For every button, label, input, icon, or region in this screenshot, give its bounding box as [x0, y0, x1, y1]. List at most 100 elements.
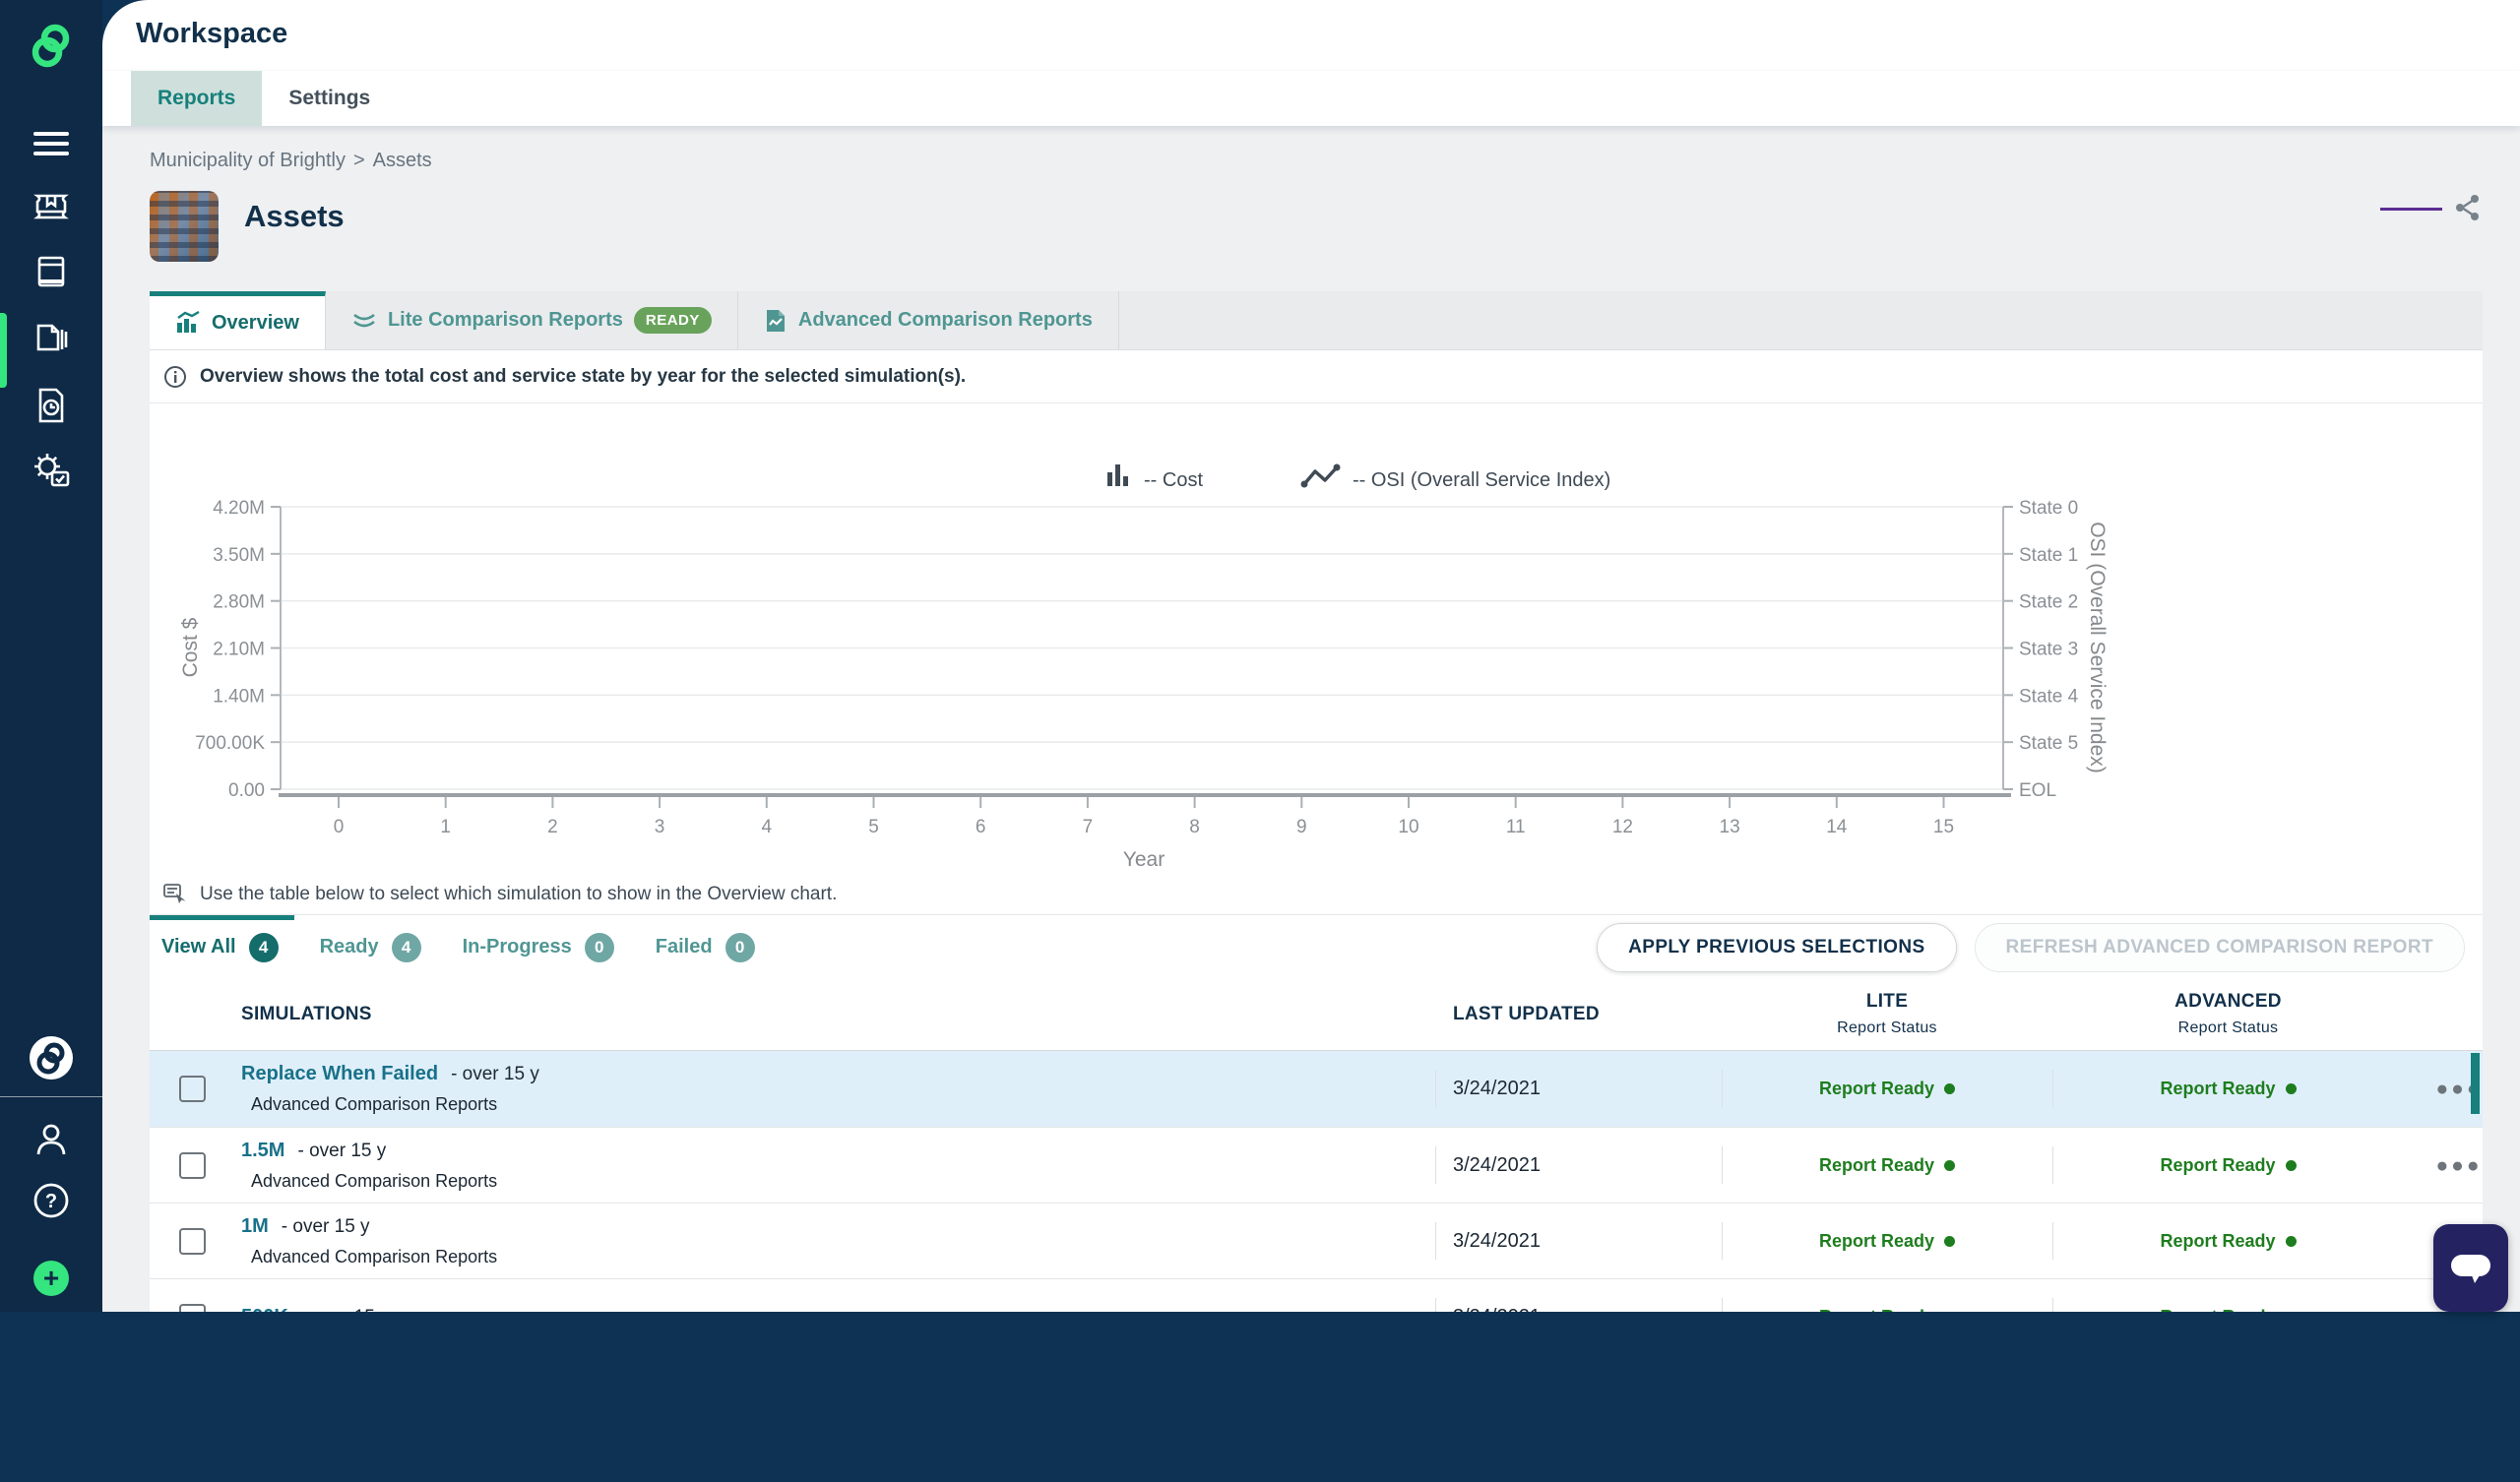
filter-view-all-label: View All [161, 936, 236, 957]
sidebar-item-report[interactable] [0, 387, 102, 424]
svg-text:State 0: State 0 [2019, 498, 2078, 519]
tab-overview-label: Overview [212, 311, 299, 334]
filter-in-progress[interactable]: In-Progress 0 [451, 915, 644, 979]
share-button[interactable] [2453, 193, 2483, 225]
add-button[interactable]: + [0, 1261, 102, 1296]
svg-text:Year: Year [1123, 848, 1165, 871]
advanced-status-cell: Report Ready [2052, 1128, 2404, 1203]
tab-settings[interactable]: Settings [262, 71, 397, 126]
layers-icon [353, 313, 375, 327]
tab-reports[interactable]: Reports [131, 71, 263, 126]
main-area: Workspace Reports Settings Municipality … [102, 0, 2520, 1354]
table-row[interactable]: 1.5M - over 15 y Advanced Comparison Repo… [150, 1127, 2483, 1203]
accent-line [2380, 208, 2442, 211]
tab-bar-filler [1119, 291, 2483, 349]
filter-row: View All 4 Ready 4 In-Progress 0 Failed … [150, 915, 2483, 979]
tab-advanced-comparison-reports[interactable]: Advanced Comparison Reports [738, 291, 1119, 349]
row-checkbox[interactable] [179, 1151, 206, 1179]
tab-lite-label: Lite Comparison Reports [387, 309, 623, 331]
user-icon[interactable] [0, 1122, 102, 1157]
svg-text:9: 9 [1296, 817, 1307, 837]
simulation-link[interactable]: 1.5M [241, 1140, 284, 1161]
report-tab-bar: Overview Lite Comparison Reports READY A… [150, 291, 2483, 350]
status-dot [1944, 1083, 1956, 1094]
filter-failed[interactable]: Failed 0 [644, 915, 785, 979]
sidebar-divider [0, 1096, 102, 1097]
svg-text:12: 12 [1612, 817, 1633, 837]
footer-band [0, 1312, 2520, 1482]
breadcrumb-current: Assets [372, 150, 432, 171]
svg-text:1: 1 [440, 817, 451, 837]
svg-text:State 1: State 1 [2019, 545, 2078, 566]
table-header: SIMULATIONS LAST UPDATED LITE Report Sta… [150, 979, 2483, 1051]
last-updated-cell: 3/24/2021 [1435, 1204, 1722, 1278]
lite-status-cell: Report Ready [1722, 1128, 2052, 1203]
svg-text:4: 4 [762, 817, 773, 837]
brand-avatar-icon [30, 1036, 73, 1080]
svg-text:-- Cost: -- Cost [1144, 469, 1203, 491]
filter-failed-label: Failed [655, 936, 713, 957]
tab-lite-comparison-reports[interactable]: Lite Comparison Reports READY [326, 291, 738, 349]
table-scrollbar-thumb[interactable] [2471, 1053, 2480, 1114]
refresh-advanced-comparison-button[interactable]: REFRESH ADVANCED COMPARISON REPORT [1974, 922, 2465, 972]
filter-ready[interactable]: Ready 4 [308, 915, 451, 979]
info-icon [164, 365, 186, 388]
advanced-status-cell: Report Ready [2052, 1051, 2404, 1127]
filter-view-all[interactable]: View All 4 [150, 915, 308, 979]
svg-text:11: 11 [1506, 817, 1526, 837]
filter-failed-count: 0 [724, 932, 755, 962]
row-checkbox[interactable] [179, 1076, 206, 1102]
page-title: Assets [244, 199, 345, 233]
simulation-link[interactable]: Replace When Failed [241, 1063, 438, 1084]
svg-text:Cost $: Cost $ [179, 617, 202, 677]
row-checkbox[interactable] [179, 1227, 206, 1255]
simulation-subtitle: Advanced Comparison Reports [251, 1094, 498, 1114]
simulation-link[interactable]: 1M [241, 1215, 269, 1237]
svg-text:3.50M: 3.50M [213, 545, 265, 566]
col-header-last-updated: LAST UPDATED [1453, 1004, 1600, 1024]
sidebar-item-book[interactable] [0, 254, 102, 289]
simulation-subtitle: Advanced Comparison Reports [251, 1170, 498, 1191]
svg-text:2.80M: 2.80M [213, 592, 265, 613]
status-dot [1944, 1159, 1956, 1171]
documents-icon [36, 324, 68, 351]
svg-text:14: 14 [1826, 817, 1848, 837]
tab-overview[interactable]: Overview [150, 291, 326, 349]
brand-avatar[interactable] [0, 1035, 102, 1081]
filter-ready-label: Ready [319, 936, 379, 957]
svg-text:State 3: State 3 [2019, 640, 2078, 660]
svg-text:8: 8 [1189, 817, 1200, 837]
table-row[interactable]: Replace When Failed - over 15 y Advanced … [150, 1051, 2483, 1127]
brightly-logo[interactable] [0, 24, 102, 69]
simulation-suffix: - over 15 y [281, 1215, 370, 1237]
svg-text:2.10M: 2.10M [213, 640, 265, 660]
asset-thumbnail [150, 191, 219, 262]
row-menu-button[interactable]: ●●● [2435, 1155, 2483, 1176]
svg-text:10: 10 [1398, 817, 1418, 837]
sidebar-item-automation[interactable] [0, 451, 102, 490]
chat-bubble-icon [2451, 1254, 2490, 1283]
ready-badge: READY [633, 307, 712, 334]
question-circle-icon: ? [33, 1183, 69, 1218]
sidebar-item-library[interactable] [0, 190, 102, 223]
status-dot [1944, 1235, 1956, 1247]
workspace-title: Workspace [136, 18, 288, 49]
svg-text:0.00: 0.00 [228, 780, 265, 801]
breadcrumb-parent[interactable]: Municipality of Brightly [150, 150, 346, 171]
active-nav-indicator [0, 313, 7, 388]
menu-icon[interactable] [0, 126, 102, 161]
chat-launcher-button[interactable] [2433, 1224, 2508, 1312]
report-clock-icon [38, 388, 64, 423]
col-subheader-lite-report-status: Report Status [1837, 1019, 1937, 1036]
svg-text:State 5: State 5 [2019, 733, 2078, 754]
apply-previous-selections-button[interactable]: APPLY PREVIOUS SELECTIONS [1597, 922, 1957, 972]
workspace-tabstrip: Reports Settings [102, 71, 2520, 126]
sidebar-item-documents[interactable] [0, 322, 102, 357]
table-row[interactable]: 1M - over 15 y Advanced Comparison Report… [150, 1203, 2483, 1278]
simulation-suffix: - over 15 y [451, 1064, 539, 1084]
help-icon[interactable]: ? [0, 1182, 102, 1219]
svg-text:5: 5 [868, 817, 879, 837]
reports-card: Overview Lite Comparison Reports READY A… [150, 291, 2483, 1354]
overview-chart-icon [177, 311, 200, 333]
col-header-simulations: SIMULATIONS [241, 1004, 372, 1024]
